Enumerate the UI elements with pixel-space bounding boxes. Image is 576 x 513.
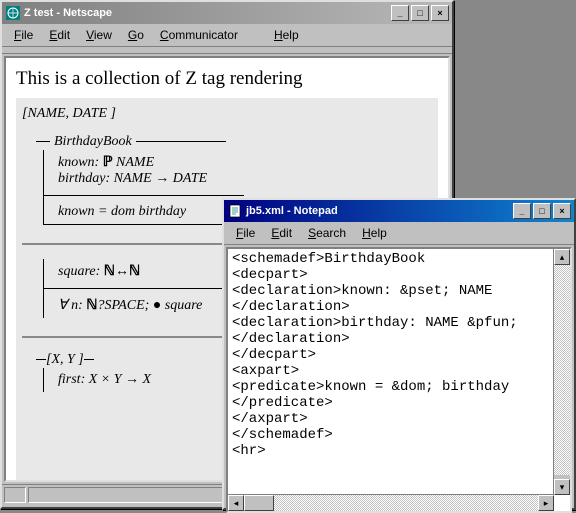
schema-decl: known: ℙ NAME bbox=[58, 154, 432, 171]
notepad-titlebar[interactable]: jb5.xml - Notepad _ □ × bbox=[224, 200, 574, 222]
scroll-down-button[interactable]: ▾ bbox=[554, 479, 570, 495]
menu-help[interactable]: Help bbox=[266, 26, 307, 44]
notepad-menubar: File Edit Search Help bbox=[224, 222, 574, 245]
scrollbar-vertical[interactable]: ▴ ▾ bbox=[553, 249, 570, 495]
scroll-up-button[interactable]: ▴ bbox=[554, 249, 570, 265]
z-givenset: [NAME, DATE ] bbox=[22, 106, 432, 122]
menu-help[interactable]: Help bbox=[354, 224, 395, 242]
notepad-window: jb5.xml - Notepad _ □ × File Edit Search… bbox=[222, 198, 576, 510]
menu-view[interactable]: View bbox=[78, 26, 120, 44]
menu-communicator[interactable]: Communicator bbox=[152, 26, 246, 44]
netscape-title: Z test - Netscape bbox=[24, 7, 391, 19]
menu-file[interactable]: File bbox=[6, 26, 41, 44]
maximize-button[interactable]: □ bbox=[533, 203, 551, 219]
menu-search[interactable]: Search bbox=[300, 224, 354, 242]
menu-edit[interactable]: Edit bbox=[263, 224, 300, 242]
netscape-titlebar[interactable]: Z test - Netscape _ □ × bbox=[2, 2, 452, 24]
close-button[interactable]: × bbox=[431, 5, 449, 21]
menu-file[interactable]: File bbox=[228, 224, 263, 242]
notepad-icon bbox=[227, 203, 243, 219]
notepad-text[interactable]: <schemadef>BirthdayBook <decpart> <decla… bbox=[228, 249, 570, 495]
status-icon bbox=[4, 487, 26, 503]
netscape-icon bbox=[5, 5, 21, 21]
maximize-button[interactable]: □ bbox=[411, 5, 429, 21]
minimize-button[interactable]: _ bbox=[391, 5, 409, 21]
schema-name: BirthdayBook bbox=[36, 134, 432, 150]
menu-edit[interactable]: Edit bbox=[41, 26, 78, 44]
menu-go[interactable]: Go bbox=[120, 26, 152, 44]
page-heading: This is a collection of Z tag rendering bbox=[16, 68, 438, 90]
close-button[interactable]: × bbox=[553, 203, 571, 219]
netscape-menubar: File Edit View Go Communicator Help bbox=[2, 24, 452, 47]
notepad-title: jb5.xml - Notepad bbox=[246, 205, 513, 217]
scrollbar-horizontal[interactable]: ◂ ▸ bbox=[228, 494, 554, 511]
notepad-viewport: <schemadef>BirthdayBook <decpart> <decla… bbox=[226, 247, 572, 513]
schema-decl: birthday: NAME → DATE bbox=[58, 171, 432, 187]
minimize-button[interactable]: _ bbox=[513, 203, 531, 219]
